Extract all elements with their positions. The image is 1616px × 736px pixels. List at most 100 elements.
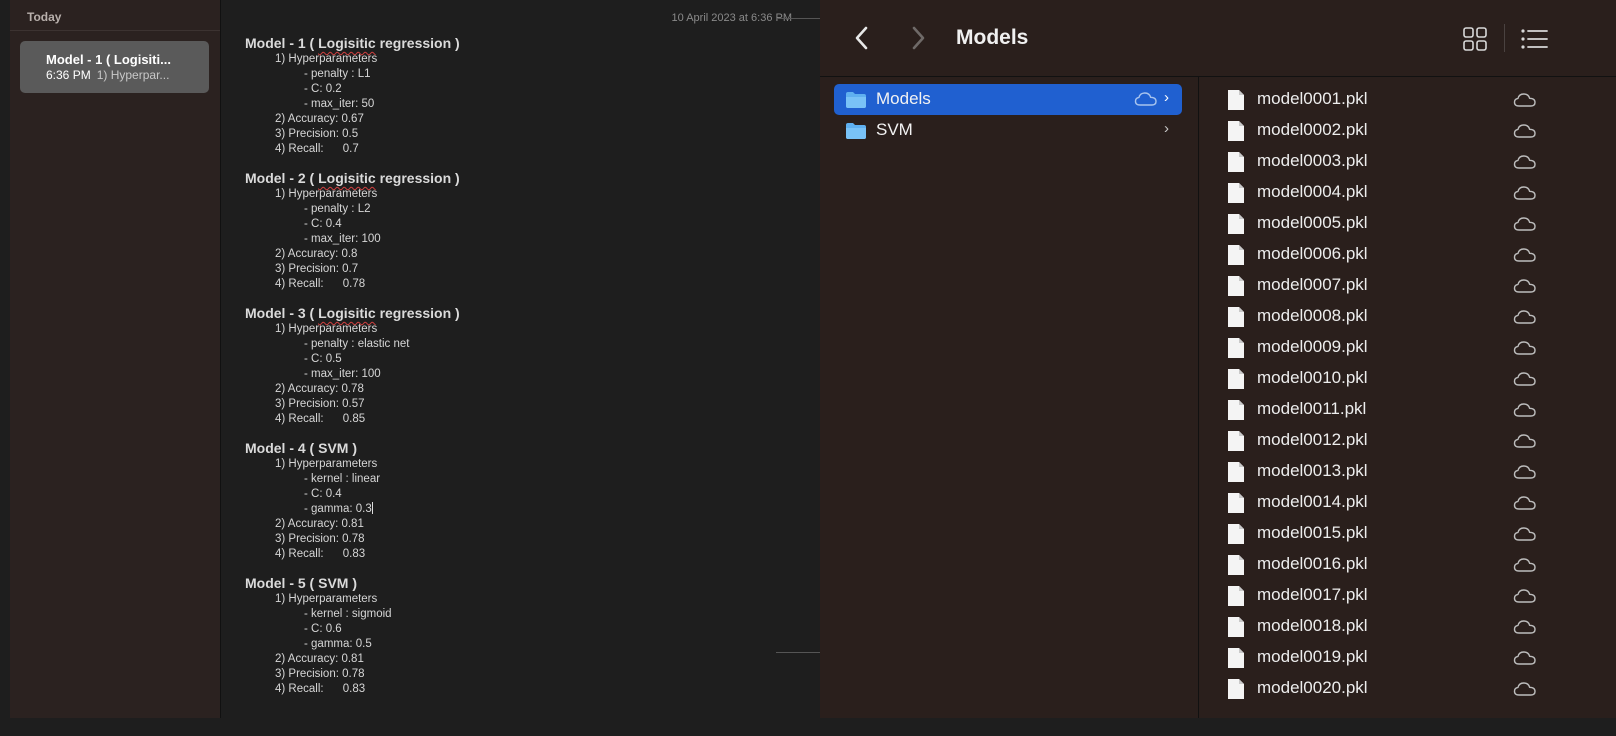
file-row[interactable]: model0003.pkl — [1199, 146, 1616, 177]
file-row[interactable]: model0015.pkl — [1199, 518, 1616, 549]
note-item-preview: 1) Hyperpar... — [96, 68, 170, 82]
file-name: model0018.pkl — [1257, 616, 1368, 635]
note-list-item[interactable]: Model - 1 ( Logisiti... 6:36 PM 1) Hyperp… — [20, 41, 209, 93]
file-row[interactable]: model0012.pkl — [1199, 425, 1616, 456]
cloud-status — [1513, 495, 1537, 511]
document-icon — [1228, 121, 1244, 141]
folder-icon — [846, 92, 866, 108]
folder-name: SVM — [876, 120, 913, 139]
cloud-status — [1513, 247, 1537, 263]
file-name: model0020.pkl — [1257, 678, 1368, 697]
cloud-status — [1513, 185, 1537, 201]
model-heading-text: regression ) — [375, 35, 460, 51]
file-row[interactable]: model0019.pkl — [1199, 642, 1616, 673]
finder-column-folders[interactable]: Models › SVM › — [820, 77, 1199, 718]
cloud-status — [1513, 92, 1537, 108]
icloud-icon — [1513, 341, 1536, 355]
cloud-status — [1513, 681, 1537, 697]
note-item-subtitle: 6:36 PM 1) Hyperpar... — [46, 68, 169, 82]
file-row[interactable]: model0017.pkl — [1199, 580, 1616, 611]
accuracy-line: 2) Accuracy: 0.81 — [275, 653, 364, 665]
folder-icon-wrap — [845, 122, 867, 140]
file-name: model0005.pkl — [1257, 213, 1368, 232]
file-name: model0007.pkl — [1257, 275, 1368, 294]
cloud-status — [1134, 91, 1158, 107]
model-section: Model - 3 ( Logisitic regression ) 1) Hyp… — [245, 304, 785, 427]
file-row[interactable]: model0009.pkl — [1199, 332, 1616, 363]
file-icon-wrap — [1227, 213, 1245, 235]
file-row[interactable]: model0002.pkl — [1199, 115, 1616, 146]
chevron-right-icon: › — [1164, 89, 1169, 106]
file-row[interactable]: model0020.pkl — [1199, 673, 1616, 704]
file-row[interactable]: model0010.pkl — [1199, 363, 1616, 394]
file-icon-wrap — [1227, 182, 1245, 204]
note-date: 10 April 2023 at 6:36 PM — [671, 12, 792, 24]
finder-column-files[interactable]: model0001.pkl model0002.pkl model0003.pk… — [1199, 77, 1616, 718]
document-icon — [1228, 617, 1244, 637]
file-icon-wrap — [1227, 275, 1245, 297]
file-row[interactable]: model0004.pkl — [1199, 177, 1616, 208]
list-view-button[interactable] — [1520, 26, 1548, 52]
icloud-icon — [1513, 682, 1536, 696]
cloud-status — [1513, 588, 1537, 604]
file-row[interactable]: model0007.pkl — [1199, 270, 1616, 301]
note-editor[interactable]: 10 April 2023 at 6:36 PM Model - 1 ( Log… — [221, 0, 800, 718]
cloud-status — [1513, 619, 1537, 635]
file-icon-wrap — [1227, 120, 1245, 142]
icloud-icon — [1513, 279, 1536, 293]
folder-row[interactable]: Models › — [834, 84, 1182, 115]
chevron-right-icon — [912, 26, 925, 50]
misspelled-word: Logisitic — [318, 35, 376, 51]
hyperparameter-line: - C: 0.6 — [304, 623, 342, 635]
grid-view-button[interactable] — [1462, 26, 1488, 52]
file-name: model0016.pkl — [1257, 554, 1368, 573]
note-body[interactable]: Model - 1 ( Logisitic regression ) 1) Hyp… — [245, 34, 785, 709]
hyperparameter-line: - penalty : L2 — [304, 203, 371, 215]
cloud-status — [1513, 433, 1537, 449]
notes-sidebar: Today Model - 1 ( Logisiti... 6:36 PM 1) … — [10, 0, 221, 718]
file-row[interactable]: model0016.pkl — [1199, 549, 1616, 580]
forward-button[interactable] — [906, 22, 930, 54]
hyperparameters-label: 1) Hyperparameters — [275, 593, 378, 605]
hyperparameter-line: - max_iter: 100 — [304, 233, 381, 245]
file-name: model0001.pkl — [1257, 89, 1368, 108]
accuracy-line: 2) Accuracy: 0.67 — [275, 113, 364, 125]
file-row[interactable]: model0005.pkl — [1199, 208, 1616, 239]
cloud-status — [1513, 123, 1537, 139]
recall-line: 4) Recall: 0.78 — [275, 278, 366, 290]
note-item-time: 6:36 PM — [46, 68, 91, 82]
document-icon — [1228, 648, 1244, 668]
file-row[interactable]: model0006.pkl — [1199, 239, 1616, 270]
cloud-status — [1513, 371, 1537, 387]
icloud-icon — [1513, 527, 1536, 541]
icloud-icon — [1513, 186, 1536, 200]
file-row[interactable]: model0008.pkl — [1199, 301, 1616, 332]
model-heading: Model - 5 ( SVM ) — [245, 574, 785, 592]
hyperparameter-line: - max_iter: 50 — [304, 98, 375, 110]
file-row[interactable]: model0018.pkl — [1199, 611, 1616, 642]
file-name: model0012.pkl — [1257, 430, 1368, 449]
icloud-icon — [1513, 372, 1536, 386]
model-heading: Model - 2 ( Logisitic regression ) — [245, 169, 785, 187]
cloud-status — [1513, 464, 1537, 480]
text-cursor — [371, 502, 373, 514]
icloud-icon — [1513, 93, 1536, 107]
file-row[interactable]: model0011.pkl — [1199, 394, 1616, 425]
file-name: model0006.pkl — [1257, 244, 1368, 263]
file-row[interactable]: model0013.pkl — [1199, 456, 1616, 487]
folder-name: Models — [876, 89, 931, 108]
back-button[interactable] — [850, 22, 874, 54]
precision-line: 3) Precision: 0.5 — [275, 128, 359, 140]
file-row[interactable]: model0014.pkl — [1199, 487, 1616, 518]
folder-row[interactable]: SVM › — [834, 115, 1182, 146]
hyperparameter-line: - C: 0.5 — [304, 353, 342, 365]
model-heading: Model - 4 ( SVM ) — [245, 439, 785, 457]
file-icon-wrap — [1227, 306, 1245, 328]
file-icon-wrap — [1227, 461, 1245, 483]
file-icon-wrap — [1227, 554, 1245, 576]
file-row[interactable]: model0001.pkl — [1199, 84, 1616, 115]
list-view-icon — [1521, 29, 1548, 49]
hyperparameter-line: - kernel : sigmoid — [304, 608, 392, 620]
precision-line: 3) Precision: 0.78 — [275, 668, 365, 680]
cloud-status — [1513, 278, 1537, 294]
